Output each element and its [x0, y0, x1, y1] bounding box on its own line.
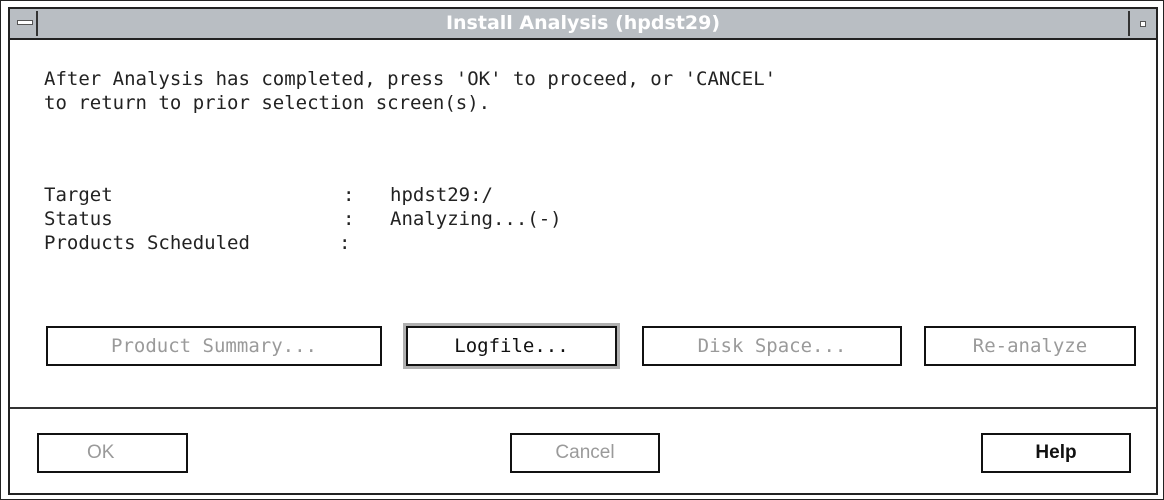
window-menu-icon — [17, 20, 33, 25]
message-line-1: After Analysis has completed, press 'OK'… — [44, 68, 777, 90]
field-label-target: Target — [44, 184, 113, 206]
install-analysis-window: Install Analysis (hpdst29) After Analysi… — [0, 0, 1164, 500]
cancel-button[interactable]: Cancel — [510, 433, 660, 473]
field-colon-target: : — [343, 184, 355, 206]
button-separator — [10, 407, 1156, 409]
field-value-target: hpdst29:/ — [390, 184, 493, 206]
disk-space-button[interactable]: Disk Space... — [642, 326, 902, 366]
logfile-button[interactable]: Logfile... — [403, 323, 620, 369]
field-label-status: Status — [44, 208, 113, 230]
minimize-button[interactable] — [1128, 11, 1154, 36]
window-title: Install Analysis (hpdst29) — [445, 12, 721, 34]
reanalyze-button[interactable]: Re-analyze — [924, 326, 1136, 366]
field-label-products-scheduled: Products Scheduled — [44, 232, 250, 254]
field-colon-status: : — [343, 208, 355, 230]
window-menu-button[interactable] — [12, 11, 38, 36]
product-summary-button[interactable]: Product Summary... — [46, 326, 382, 366]
ok-button[interactable]: OK — [37, 433, 188, 473]
title-bar[interactable]: Install Analysis (hpdst29) — [8, 7, 1158, 40]
minimize-icon — [1140, 21, 1146, 27]
message-line-2: to return to prior selection screen(s). — [44, 92, 491, 114]
help-button[interactable]: Help — [981, 433, 1131, 473]
field-value-status: Analyzing...(-) — [390, 208, 562, 230]
field-colon-products-scheduled: : — [339, 232, 351, 254]
dialog-body: After Analysis has completed, press 'OK'… — [8, 40, 1158, 495]
